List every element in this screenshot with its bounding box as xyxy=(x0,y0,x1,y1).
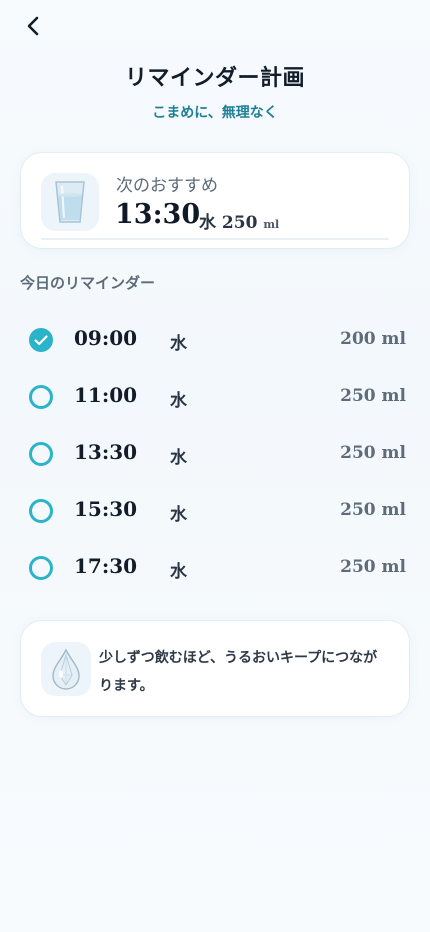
reminder-row[interactable]: 13:30 水 250 ml xyxy=(0,426,430,483)
reminder-amount: 250 ml xyxy=(340,500,406,520)
reminder-list: 09:00 水 200 ml 11:00 水 250 ml 13:30 水 25… xyxy=(0,312,430,597)
reminder-amount: 250 ml xyxy=(340,386,406,406)
page-title: リマインダー計画 xyxy=(124,66,305,91)
tip-card: 少しずつ飲むほど、うるおいキープにつながります。 xyxy=(20,620,410,717)
next-amount: 水 250 ml xyxy=(199,208,279,233)
tip-text: 少しずつ飲むほど、うるおいキープにつながります。 xyxy=(99,650,378,694)
empty-circle-icon[interactable] xyxy=(28,441,54,467)
reminder-time: 15:30 xyxy=(74,497,138,521)
reminder-drink: 水 xyxy=(170,562,187,582)
reminder-row[interactable]: 17:30 水 250 ml xyxy=(0,540,430,597)
page-subtitle: こまめに、無理なく xyxy=(152,105,278,121)
reminder-time: 09:00 xyxy=(74,326,138,350)
reminder-drink: 水 xyxy=(170,505,187,525)
section-title-today: 今日のリマインダー xyxy=(20,274,156,292)
next-amount-unit: ml xyxy=(263,218,280,231)
reminder-row[interactable]: 15:30 水 250 ml xyxy=(0,483,430,540)
empty-circle-icon[interactable] xyxy=(28,384,54,410)
reminder-time: 17:30 xyxy=(74,554,138,578)
empty-circle-icon[interactable] xyxy=(28,555,54,581)
next-amount-value: 250 xyxy=(221,213,258,233)
back-button[interactable] xyxy=(20,12,48,40)
reminder-row[interactable]: 09:00 水 200 ml xyxy=(0,312,430,369)
reminder-drink: 水 xyxy=(170,334,187,354)
check-circle-icon[interactable] xyxy=(28,327,54,353)
next-time: 13:30 xyxy=(115,199,201,230)
water-drop-icon xyxy=(41,642,91,696)
reminder-amount: 200 ml xyxy=(340,329,406,349)
chevron-left-icon xyxy=(27,16,39,36)
next-divider xyxy=(41,238,389,240)
reminder-amount: 250 ml xyxy=(340,557,406,577)
reminder-drink: 水 xyxy=(170,448,187,468)
next-drink: 水 xyxy=(199,213,216,233)
reminder-drink: 水 xyxy=(170,391,187,411)
reminder-row[interactable]: 11:00 水 250 ml xyxy=(0,369,430,426)
next-reminder-card[interactable]: 次のおすすめ 13:30 水 250 ml xyxy=(20,152,410,249)
empty-circle-icon[interactable] xyxy=(28,498,54,524)
reminder-amount: 250 ml xyxy=(340,443,406,463)
reminder-time: 13:30 xyxy=(74,440,138,464)
reminder-time: 11:00 xyxy=(74,383,138,407)
next-label: 次のおすすめ xyxy=(116,176,218,196)
water-glass-icon xyxy=(41,173,99,231)
